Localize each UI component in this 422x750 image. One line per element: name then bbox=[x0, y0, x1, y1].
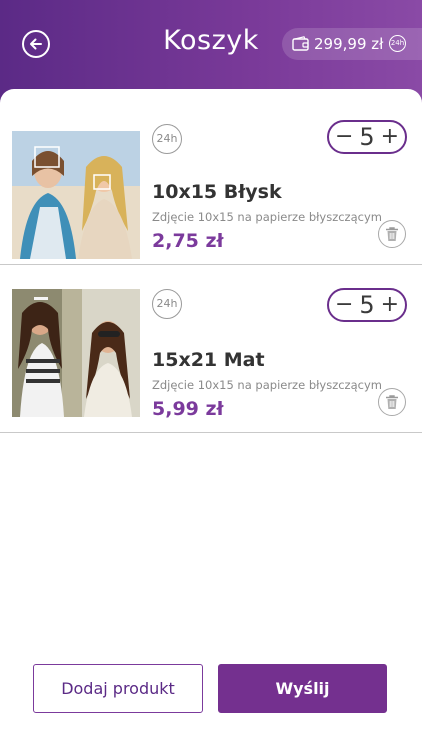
delivery-24h-badge: 24h bbox=[152, 289, 182, 319]
product-price: 5,99 zł bbox=[152, 398, 224, 420]
delivery-24h-badge: 24h bbox=[152, 124, 182, 154]
wallet-24h-badge: 24h bbox=[389, 35, 406, 52]
increase-quantity-button[interactable]: + bbox=[381, 124, 399, 150]
delete-item-button[interactable] bbox=[378, 220, 406, 248]
wallet-amount: 299,99 zł bbox=[314, 35, 384, 53]
cart-item: 24h − 5 + 10x15 Błysk Zdjęcie 10x15 na p… bbox=[0, 97, 422, 265]
product-photo bbox=[12, 131, 140, 259]
trash-icon bbox=[386, 395, 398, 409]
cart-list: 24h − 5 + 10x15 Błysk Zdjęcie 10x15 na p… bbox=[0, 89, 422, 750]
increase-quantity-button[interactable]: + bbox=[381, 292, 399, 318]
add-product-button[interactable]: Dodaj produkt bbox=[33, 664, 203, 713]
delete-item-button[interactable] bbox=[378, 388, 406, 416]
product-description: Zdjęcie 10x15 na papierze błyszczącym bbox=[152, 378, 382, 392]
cart-item: 24h − 5 + 15x21 Mat Zdjęcie 10x15 na pap… bbox=[0, 265, 422, 433]
quantity-stepper[interactable]: − 5 + bbox=[327, 288, 407, 322]
quantity-stepper[interactable]: − 5 + bbox=[327, 120, 407, 154]
send-button[interactable]: Wyślij bbox=[218, 664, 387, 713]
trash-icon bbox=[386, 227, 398, 241]
product-name: 15x21 Mat bbox=[152, 349, 265, 371]
product-price: 2,75 zł bbox=[152, 230, 224, 252]
wallet-icon bbox=[292, 36, 309, 51]
wallet-balance[interactable]: 299,99 zł 24h bbox=[282, 28, 422, 60]
product-description: Zdjęcie 10x15 na papierze błyszczącym bbox=[152, 210, 382, 224]
product-photo bbox=[12, 289, 140, 417]
product-name: 10x15 Błysk bbox=[152, 181, 282, 203]
